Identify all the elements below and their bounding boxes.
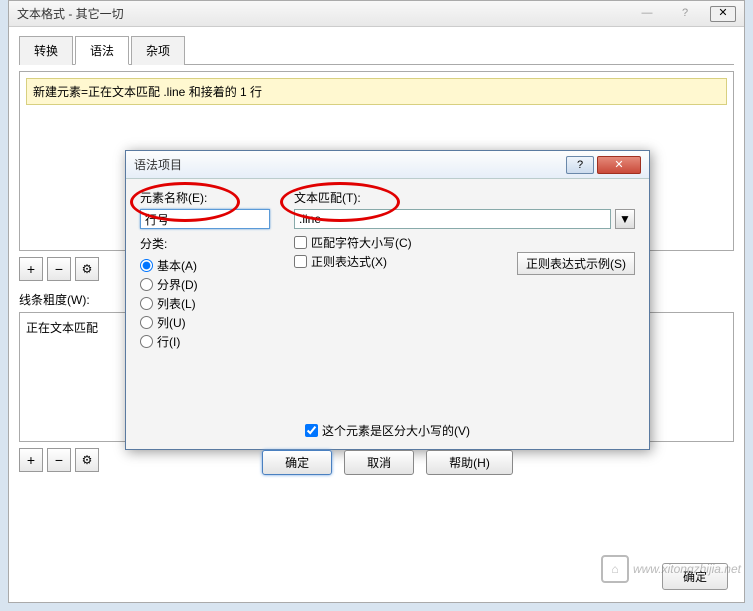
dialog-help-button-bottom[interactable]: 帮助(H) — [426, 450, 513, 475]
category-radio-group: 基本(A) 分界(D) 列表(L) 列(U) 行(I) — [140, 256, 270, 351]
settings-button[interactable]: ⚙ — [75, 257, 99, 281]
dialog-button-row: 确定 取消 帮助(H) — [140, 450, 635, 475]
syntax-item-dialog: 语法项目 ? ✕ 元素名称(E): 分类: 基本(A) 分界(D) 列表(L) … — [125, 150, 650, 450]
main-title: 文本格式 - 其它一切 — [17, 5, 124, 22]
tab-convert[interactable]: 转换 — [19, 36, 73, 65]
regex-checkbox[interactable]: 正则表达式(X) — [294, 252, 387, 271]
settings-button-2[interactable]: ⚙ — [75, 448, 99, 472]
element-name-label: 元素名称(E): — [140, 189, 270, 206]
category-label: 分类: — [140, 235, 270, 252]
case-sensitive-row: 这个元素是区分大小写的(V) — [140, 421, 635, 440]
main-ok-button[interactable]: 确定 — [662, 563, 728, 590]
chevron-down-icon: ▼ — [619, 212, 631, 226]
dialog-cancel-button[interactable]: 取消 — [344, 450, 414, 475]
minimize-button[interactable]: — — [634, 6, 660, 22]
case-sensitive-checkbox[interactable]: 这个元素是区分大小写的(V) — [305, 421, 470, 440]
text-match-label: 文本匹配(T): — [294, 189, 635, 206]
footer: 确定 — [662, 563, 728, 590]
dialog-ok-button[interactable]: 确定 — [262, 450, 332, 475]
add-button[interactable]: + — [19, 257, 43, 281]
text-match-input[interactable] — [294, 209, 611, 229]
tab-syntax[interactable]: 语法 — [75, 36, 129, 65]
help-button[interactable]: ? — [672, 6, 698, 22]
gear-icon: ⚙ — [82, 262, 93, 276]
element-list-row[interactable]: 新建元素=正在文本匹配 .line 和接着的 1 行 — [26, 78, 727, 105]
close-button[interactable]: ✕ — [710, 6, 736, 22]
add-button-2[interactable]: + — [19, 448, 43, 472]
remove-button-2[interactable]: − — [47, 448, 71, 472]
gear-icon: ⚙ — [82, 453, 93, 467]
element-name-input[interactable] — [140, 209, 270, 229]
tab-misc[interactable]: 杂项 — [131, 36, 185, 65]
dialog-window-controls: ? ✕ — [566, 156, 641, 174]
radio-list[interactable]: 列表(L) — [140, 294, 270, 313]
tab-strip: 转换 语法 杂项 — [19, 35, 734, 65]
text-match-dropdown[interactable]: ▼ — [615, 209, 635, 229]
radio-column[interactable]: 列(U) — [140, 313, 270, 332]
regex-example-button[interactable]: 正则表达式示例(S) — [517, 252, 635, 275]
dialog-close-button[interactable]: ✕ — [597, 156, 641, 174]
main-titlebar: 文本格式 - 其它一切 — ? ✕ — [9, 1, 744, 27]
remove-button[interactable]: − — [47, 257, 71, 281]
match-case-checkbox[interactable]: 匹配字符大小写(C) — [294, 233, 635, 252]
dialog-help-button[interactable]: ? — [566, 156, 594, 174]
radio-basic[interactable]: 基本(A) — [140, 256, 270, 275]
window-controls: — ? ✕ — [634, 6, 736, 22]
dialog-body: 元素名称(E): 分类: 基本(A) 分界(D) 列表(L) 列(U) 行(I)… — [126, 179, 649, 485]
dialog-titlebar: 语法项目 ? ✕ — [126, 151, 649, 179]
radio-boundary[interactable]: 分界(D) — [140, 275, 270, 294]
dialog-title: 语法项目 — [134, 156, 182, 173]
radio-row[interactable]: 行(I) — [140, 332, 270, 351]
